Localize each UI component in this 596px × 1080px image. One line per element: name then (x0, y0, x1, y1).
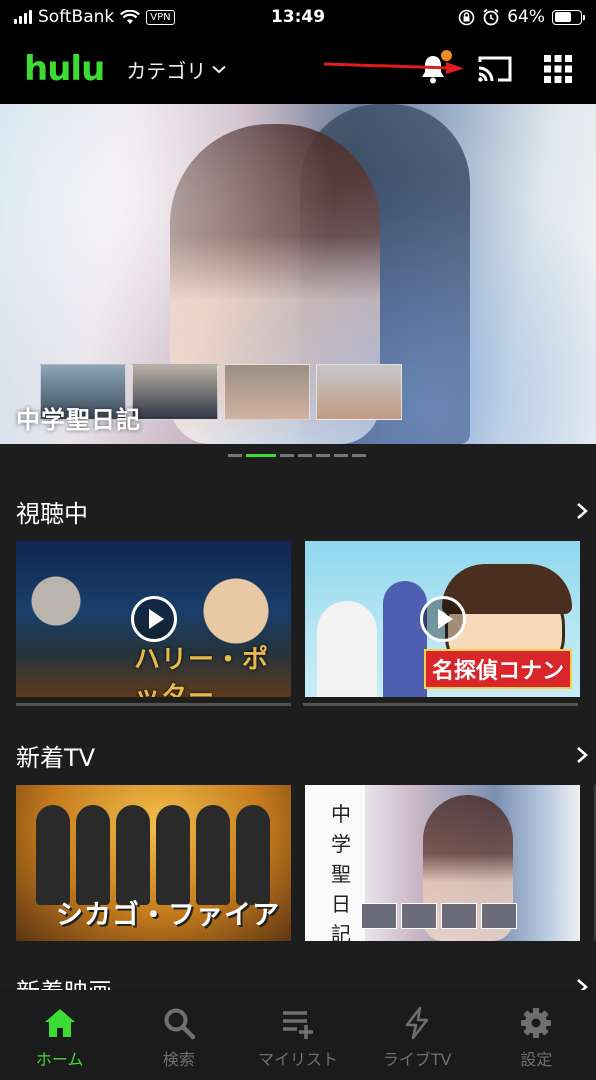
battery-icon (552, 9, 585, 25)
tab-home[interactable]: ホーム (5, 1006, 115, 1080)
cast-photo (316, 364, 402, 420)
tab-label: 検索 (162, 1050, 195, 1069)
content-card[interactable]: ハリー・ポッター (16, 541, 291, 697)
home-icon (44, 1009, 75, 1037)
pager-dot[interactable] (298, 454, 312, 457)
carrier-name: SoftBank (38, 7, 115, 27)
pager-dot[interactable] (280, 454, 294, 457)
content-card[interactable]: 中 学 聖 日 記 (305, 785, 580, 941)
wifi-icon (120, 9, 141, 24)
watch-progress-bar (303, 703, 578, 706)
pager-dot[interactable] (352, 454, 366, 457)
category-label: カテゴリ (126, 58, 207, 83)
grid-menu-icon[interactable] (544, 55, 572, 83)
cellular-signal-icon (14, 10, 32, 24)
tab-mylist[interactable]: マイリスト (243, 1006, 353, 1080)
hero-title: 中学聖日記 (16, 406, 141, 434)
play-icon[interactable] (130, 596, 177, 642)
card-title: シカゴ・ファイア (56, 900, 280, 931)
section-title-new-movies[interactable]: 新着映画 (16, 972, 112, 990)
search-icon (164, 1008, 196, 1040)
hero-pager-dots (228, 454, 366, 457)
live-tv-icon (405, 1006, 429, 1040)
main-content[interactable]: 視聴中 ハリー・ポッター 名探偵コナン 新着TV シカゴ・ファイア 中 学 聖 … (0, 444, 596, 990)
pager-dot[interactable] (246, 454, 276, 457)
tab-label: ホーム (35, 1050, 84, 1069)
tab-label: 設定 (520, 1050, 553, 1069)
pager-dot[interactable] (334, 454, 348, 457)
clock: 13:49 (270, 7, 326, 27)
content-card[interactable]: 名探偵コナン (305, 541, 580, 697)
tab-settings[interactable]: 設定 (481, 1006, 591, 1080)
chevron-down-icon (212, 65, 226, 73)
tab-live-tv[interactable]: ライブTV (362, 1006, 472, 1080)
settings-icon (521, 1008, 552, 1038)
card-title-vertical: 中 学 聖 日 記 (331, 802, 351, 941)
orientation-lock-icon (458, 9, 475, 25)
play-icon[interactable] (419, 596, 466, 642)
hero-banner[interactable]: 中学聖日記 (0, 104, 596, 444)
tab-search[interactable]: 検索 (124, 1006, 234, 1080)
tab-label: マイリスト (257, 1050, 338, 1069)
chevron-right-icon[interactable] (576, 746, 588, 764)
hulu-logo[interactable]: hulu (24, 49, 105, 89)
pager-dot[interactable] (228, 454, 242, 457)
chevron-right-icon[interactable] (576, 978, 588, 990)
app-header: hulu カテゴリ (0, 34, 596, 104)
category-dropdown[interactable]: カテゴリ (126, 55, 226, 84)
mylist-icon (282, 1011, 313, 1039)
pager-dot[interactable] (316, 454, 330, 457)
card-title: ハリー・ポッター (134, 645, 270, 697)
cast-photo (132, 364, 218, 420)
cast-photo (224, 364, 310, 420)
status-bar: SoftBank VPN 13:49 64% (0, 0, 596, 34)
watching-row: ハリー・ポッター 名探偵コナン (16, 541, 580, 697)
vpn-badge: VPN (146, 9, 175, 25)
cast-icon[interactable] (476, 54, 514, 84)
section-title-watching[interactable]: 視聴中 (16, 494, 88, 529)
tab-label: ライブTV (382, 1050, 452, 1069)
section-title-new-tv[interactable]: 新着TV (16, 738, 95, 773)
chevron-right-icon[interactable] (576, 502, 588, 520)
tab-bar: ホーム 検索 マイリスト ライブTV 設定 (0, 990, 596, 1080)
battery-percent: 64% (507, 7, 545, 27)
alarm-icon (483, 8, 499, 26)
new-tv-row: シカゴ・ファイア 中 学 聖 日 記 (16, 785, 596, 941)
annotation-arrow (323, 62, 464, 74)
watch-progress-bar (16, 703, 291, 706)
content-card[interactable]: シカゴ・ファイア (16, 785, 291, 941)
card-title: 名探偵コナン (423, 649, 572, 689)
